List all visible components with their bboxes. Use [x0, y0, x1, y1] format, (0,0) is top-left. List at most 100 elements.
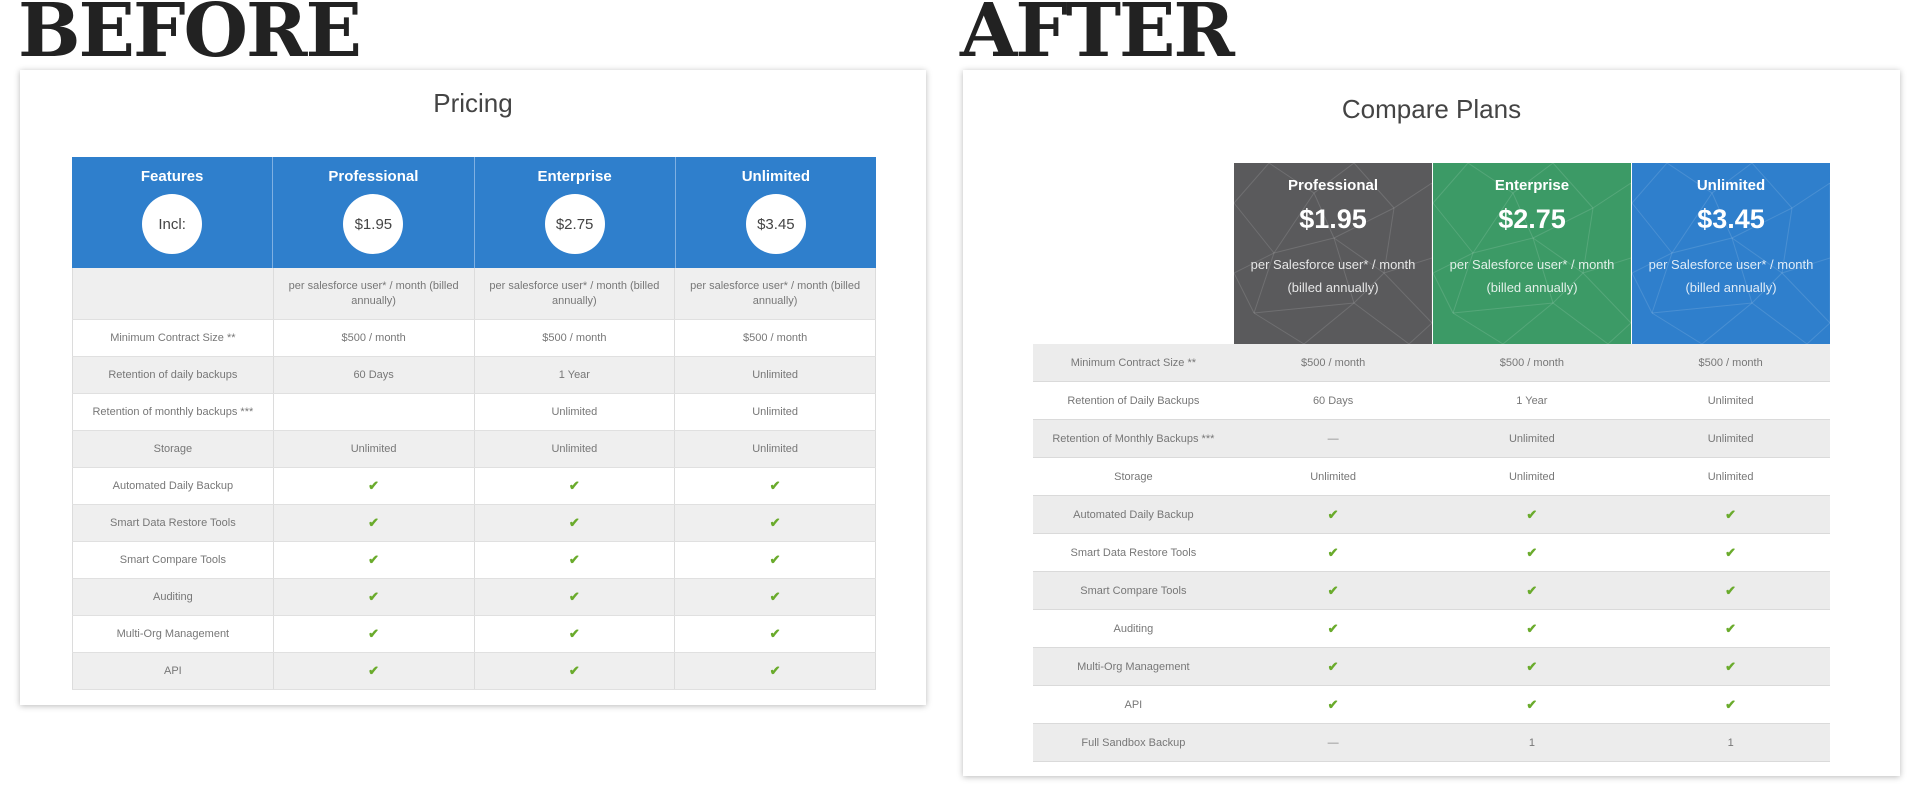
feature-label: Full Sandbox Backup: [1081, 736, 1186, 749]
check-icon: ✔: [769, 552, 781, 568]
feature-label: Storage: [1114, 470, 1153, 483]
feature-label: Retention of monthly backups ***: [72, 394, 274, 430]
plan-billing-note-line1: per Salesforce user* / month: [1449, 257, 1615, 272]
feature-value: $500 / month: [475, 320, 676, 356]
feature-label: Multi-Org Management: [72, 616, 274, 652]
plan-billing-note: per Salesforce user* / month (billed annu…: [1433, 253, 1631, 299]
check-icon: ✔: [1526, 658, 1538, 674]
feature-value: Unlimited: [274, 431, 475, 467]
plan-header-content: Enterprise $2.75 per Salesforce user* / mo…: [1433, 163, 1631, 299]
feature-value: Unlimited: [1310, 470, 1357, 483]
table-row: Automated Daily Backup ✔ ✔ ✔: [72, 468, 876, 505]
feature-value: Unlimited: [675, 431, 876, 467]
plan-billing-note: per Salesforce user* / month (billed annu…: [1632, 253, 1830, 299]
after-pricing-card: Compare Plans Professional $1.95 per Sales…: [963, 70, 1900, 776]
table-row: Multi-Org Management ✔ ✔ ✔: [1033, 648, 1830, 686]
feature-label: Automated Daily Backup: [1073, 508, 1194, 521]
feature-value: ✔: [675, 653, 876, 689]
check-icon: ✔: [1725, 696, 1737, 712]
check-icon: ✔: [769, 626, 781, 642]
table-row: Storage Unlimited Unlimited Unlimited: [1033, 458, 1830, 496]
feature-value: ✔: [274, 542, 475, 578]
header-cell: Unlimited $3.45: [676, 157, 876, 268]
plan-name: Professional: [328, 168, 419, 185]
check-icon: ✔: [368, 478, 380, 494]
price-badge: Incl:: [142, 194, 203, 254]
header-cell: Enterprise $2.75: [475, 157, 676, 268]
plan-header-enterprise: Enterprise $2.75 per Salesforce user* / mo…: [1433, 163, 1631, 344]
feature-value: ✔: [1433, 648, 1632, 685]
plan-billing-note-line1: per Salesforce user* / month: [1250, 257, 1416, 272]
feature-value: Unlimited: [475, 431, 676, 467]
billing-cell: per salesforce user* / month (billed ann…: [675, 268, 876, 319]
feature-value: ✔: [274, 616, 475, 652]
feature-label: Retention of Daily Backups: [1067, 394, 1200, 407]
billing-cell: per salesforce user* / month (billed ann…: [475, 268, 676, 319]
feature-value: Unlimited: [675, 394, 876, 430]
after-pricing-table: Professional $1.95 per Salesforce user* / …: [1033, 163, 1830, 762]
plan-header-professional: Professional $1.95 per Salesforce user* / …: [1234, 163, 1432, 344]
after-page-title: Compare Plans: [1341, 94, 1522, 124]
feature-value: ✔: [1433, 610, 1632, 647]
plan-name: Enterprise: [537, 168, 612, 185]
plan-billing-note-line2: (billed annually): [1287, 280, 1379, 295]
feature-value: Unlimited: [475, 394, 676, 430]
check-icon: ✔: [1526, 696, 1538, 712]
feature-label: API: [72, 653, 274, 689]
table-row: API ✔ ✔ ✔: [72, 653, 876, 690]
check-icon: ✔: [1725, 544, 1737, 560]
table-row: Full Sandbox Backup — 1 1: [1033, 724, 1830, 762]
check-icon: ✔: [568, 589, 580, 605]
plan-name: Professional: [1287, 177, 1379, 194]
feature-value: ✔: [675, 505, 876, 541]
header-spacer: [1033, 163, 1234, 344]
feature-value: 1 Year: [1516, 394, 1548, 407]
feature-value: —: [1234, 420, 1433, 457]
price-badge: $2.75: [544, 194, 605, 254]
feature-value: Unlimited: [675, 357, 876, 393]
dash-icon: —: [1327, 432, 1339, 445]
check-icon: ✔: [1327, 544, 1339, 560]
feature-value: ✔: [475, 653, 676, 689]
feature-value: 60 Days: [1312, 394, 1354, 407]
check-icon: ✔: [1526, 506, 1538, 522]
feature-label: API: [1124, 698, 1143, 711]
feature-value: Unlimited: [1508, 470, 1555, 483]
check-icon: ✔: [1327, 658, 1339, 674]
billing-cell: per salesforce user* / month (billed ann…: [274, 268, 475, 319]
after-plan-header: Professional $1.95 per Salesforce user* / …: [1033, 163, 1830, 344]
plan-billing-note-line1: per Salesforce user* / month: [1648, 257, 1814, 272]
table-row: Minimum Contract Size ** $500 / month $500…: [72, 320, 876, 357]
feature-value: ✔: [1433, 572, 1632, 609]
feature-label: Smart Compare Tools: [72, 542, 274, 578]
before-pricing-card: Pricing Features Incl: Professional $1.95 En…: [20, 70, 926, 705]
plan-billing-note-line2: (billed annually): [1486, 280, 1578, 295]
feature-label: Minimum Contract Size **: [1070, 356, 1197, 369]
plan-price: $3.45: [1697, 204, 1765, 234]
table-row: Multi-Org Management ✔ ✔ ✔: [72, 616, 876, 653]
feature-value: $500 / month: [675, 320, 876, 356]
dash-icon: —: [1327, 736, 1339, 749]
before-table-body: per salesforce user* / month (billed ann…: [72, 268, 876, 690]
feature-value: ✔: [1433, 496, 1632, 533]
check-icon: ✔: [769, 663, 781, 679]
check-icon: ✔: [368, 589, 380, 605]
check-icon: ✔: [1327, 620, 1339, 636]
check-icon: ✔: [568, 515, 580, 531]
plan-name: Unlimited: [741, 168, 811, 185]
check-icon: ✔: [368, 626, 380, 642]
feature-value: ✔: [1631, 534, 1830, 571]
feature-value: ✔: [475, 579, 676, 615]
feature-value: ✔: [274, 653, 475, 689]
check-icon: ✔: [1327, 582, 1339, 598]
feature-value: ✔: [1433, 686, 1632, 723]
plan-header-content: Professional $1.95 per Salesforce user* / …: [1234, 163, 1432, 299]
feature-value: —: [1234, 724, 1433, 761]
header-cell: Professional $1.95: [273, 157, 475, 268]
check-icon: ✔: [1725, 506, 1737, 522]
check-icon: ✔: [1725, 582, 1737, 598]
feature-value: $500 / month: [274, 320, 475, 356]
feature-value: Unlimited: [1707, 394, 1754, 407]
feature-value: ✔: [1234, 610, 1433, 647]
feature-value: ✔: [1234, 572, 1433, 609]
